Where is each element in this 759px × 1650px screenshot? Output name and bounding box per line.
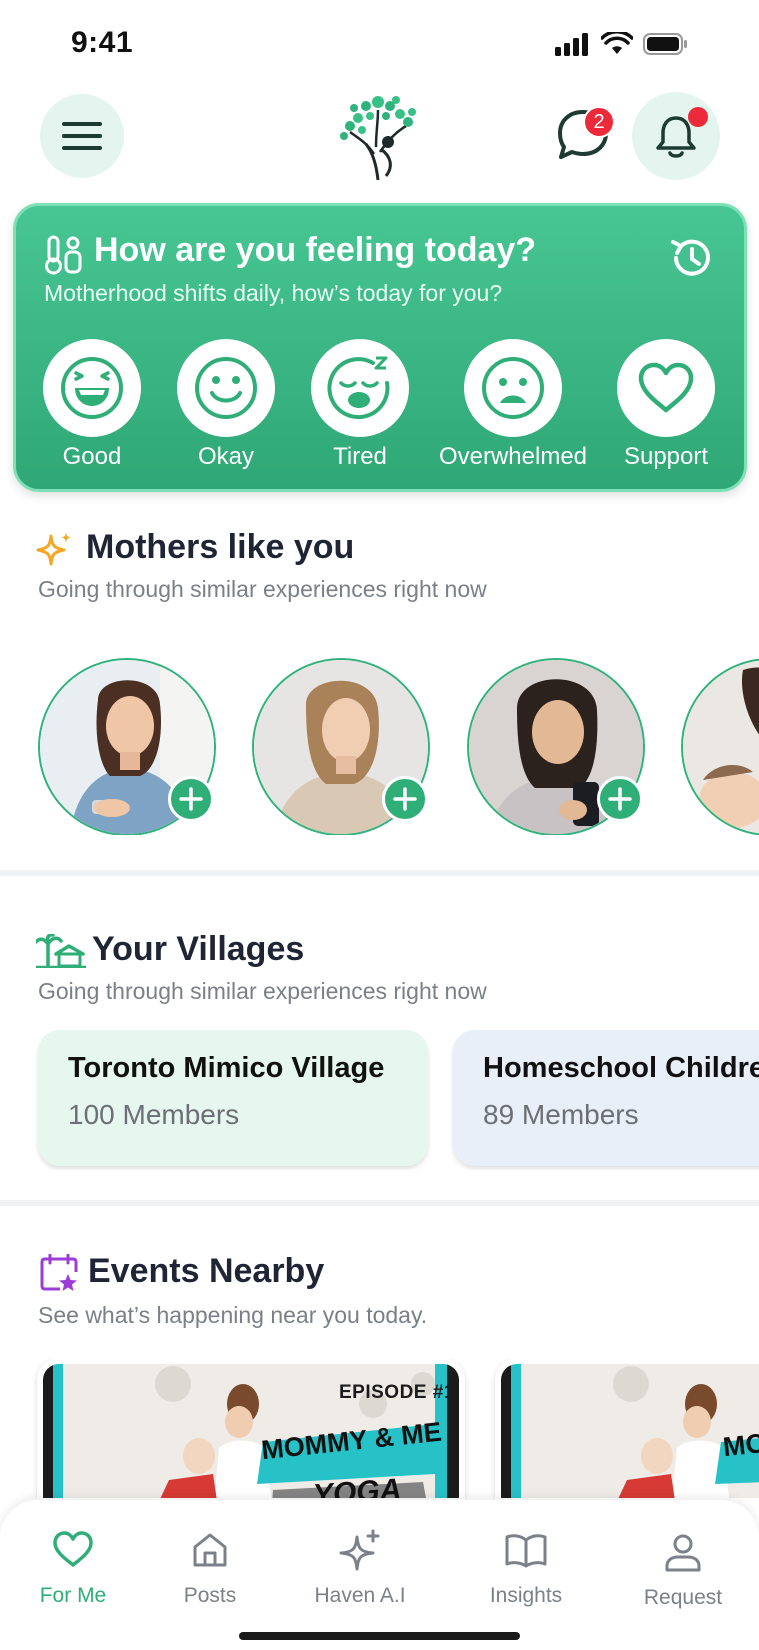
mothers-section-title: Mothers like you xyxy=(86,528,355,566)
village-icon xyxy=(36,934,86,968)
tab-label: Posts xyxy=(183,1584,237,1607)
grin-face-icon xyxy=(61,357,123,419)
book-icon xyxy=(505,1534,547,1568)
section-divider xyxy=(0,1200,759,1206)
tab-insights[interactable]: Insights xyxy=(456,1528,596,1608)
events-carousel[interactable]: EPISODE #1 MOMMY & ME YOGA MO xyxy=(0,1358,759,1498)
tab-request[interactable]: Request xyxy=(613,1530,753,1610)
mother-card[interactable] xyxy=(467,658,645,835)
wifi-icon xyxy=(601,32,633,54)
mood-card-title: How are you feeling today? xyxy=(94,231,537,269)
events-section-subtitle: See what’s happening near you today. xyxy=(38,1302,428,1328)
tab-label: Haven A.I xyxy=(314,1584,406,1607)
plus-icon xyxy=(393,787,417,811)
village-name: Homeschool Children xyxy=(483,1052,759,1084)
event-episode-label: EPISODE #1 xyxy=(339,1382,455,1403)
signal-icon xyxy=(555,33,588,56)
add-friend-button[interactable] xyxy=(168,776,214,822)
thermometer-icon xyxy=(45,235,82,275)
home-indicator xyxy=(239,1632,520,1640)
add-friend-button[interactable] xyxy=(382,776,428,822)
villages-section-title: Your Villages xyxy=(92,930,305,968)
plus-icon xyxy=(179,787,203,811)
village-card[interactable]: Homeschool Children 89 Members xyxy=(453,1030,759,1166)
avatar xyxy=(681,658,759,835)
villages-section-subtitle: Going through similar experiences right … xyxy=(38,978,487,1004)
villages-carousel[interactable]: Toronto Mimico Village 100 Members Homes… xyxy=(0,1030,759,1170)
sad-face-icon xyxy=(482,357,544,419)
chat-badge: 2 xyxy=(583,106,615,138)
village-members: 100 Members xyxy=(68,1099,240,1130)
mood-support[interactable]: Support xyxy=(616,339,716,471)
notifications-button[interactable] xyxy=(632,92,720,180)
history-icon[interactable] xyxy=(668,234,716,282)
user-icon xyxy=(665,1534,701,1572)
section-divider xyxy=(0,870,759,876)
mood-okay[interactable]: Okay xyxy=(176,339,276,471)
village-name: Toronto Mimico Village xyxy=(68,1052,385,1084)
status-bar: 9:41 xyxy=(0,0,759,88)
mothers-section-subtitle: Going through similar experiences right … xyxy=(38,576,487,602)
event-card[interactable]: MO xyxy=(495,1358,759,1498)
mood-card-subtitle: Motherhood shifts daily, how’s today for… xyxy=(44,280,503,306)
tab-label: Request xyxy=(643,1586,723,1609)
sparkle-icon xyxy=(36,532,71,566)
mood-tired[interactable]: Tired xyxy=(310,339,410,471)
notification-dot xyxy=(688,107,708,127)
sleepy-face-icon xyxy=(327,356,390,420)
event-image: EPISODE #1 MOMMY & ME YOGA xyxy=(43,1364,459,1498)
heart-icon xyxy=(53,1531,93,1567)
tab-posts[interactable]: Posts xyxy=(140,1528,280,1608)
add-friend-button[interactable] xyxy=(597,776,643,822)
tab-label: For Me xyxy=(39,1584,107,1607)
battery-icon xyxy=(643,33,687,55)
plus-icon xyxy=(608,787,632,811)
mood-good[interactable]: Good xyxy=(42,339,142,471)
menu-button[interactable] xyxy=(40,94,124,178)
status-icons xyxy=(555,32,689,56)
mood-label: Support xyxy=(623,443,709,470)
header xyxy=(0,92,759,184)
mood-overwhelmed[interactable]: Overwhelmed xyxy=(439,339,587,471)
tab-label: Insights xyxy=(489,1584,563,1607)
mother-card[interactable] xyxy=(38,658,216,835)
tab-for-me[interactable]: For Me xyxy=(3,1528,143,1608)
mother-card[interactable] xyxy=(681,658,759,835)
smile-face-icon xyxy=(195,357,257,419)
mothers-carousel[interactable] xyxy=(0,655,759,835)
sparkle-icon xyxy=(339,1529,380,1571)
event-card[interactable]: EPISODE #1 MOMMY & ME YOGA xyxy=(37,1358,465,1498)
mood-checkin-card: How are you feeling today? Motherhood sh… xyxy=(13,203,747,492)
village-members: 89 Members xyxy=(483,1099,639,1130)
village-card[interactable]: Toronto Mimico Village 100 Members xyxy=(38,1030,428,1166)
bottom-tab-bar: For Me Posts Haven A.I Insights Request xyxy=(0,1500,759,1650)
event-title-line1: MO xyxy=(721,1427,759,1463)
event-image: MO xyxy=(501,1364,759,1498)
events-section-title: Events Nearby xyxy=(88,1252,325,1290)
home-icon xyxy=(193,1533,227,1567)
hamburger-icon xyxy=(62,122,102,150)
status-time: 9:41 xyxy=(71,26,134,59)
mood-options: Good Okay Tired Overwhelmed Support xyxy=(16,339,744,479)
calendar-star-icon xyxy=(40,1254,78,1291)
mother-card[interactable] xyxy=(252,658,430,835)
tab-haven-ai[interactable]: Haven A.I xyxy=(290,1528,430,1608)
app-logo xyxy=(340,96,416,181)
heart-icon xyxy=(638,362,694,413)
